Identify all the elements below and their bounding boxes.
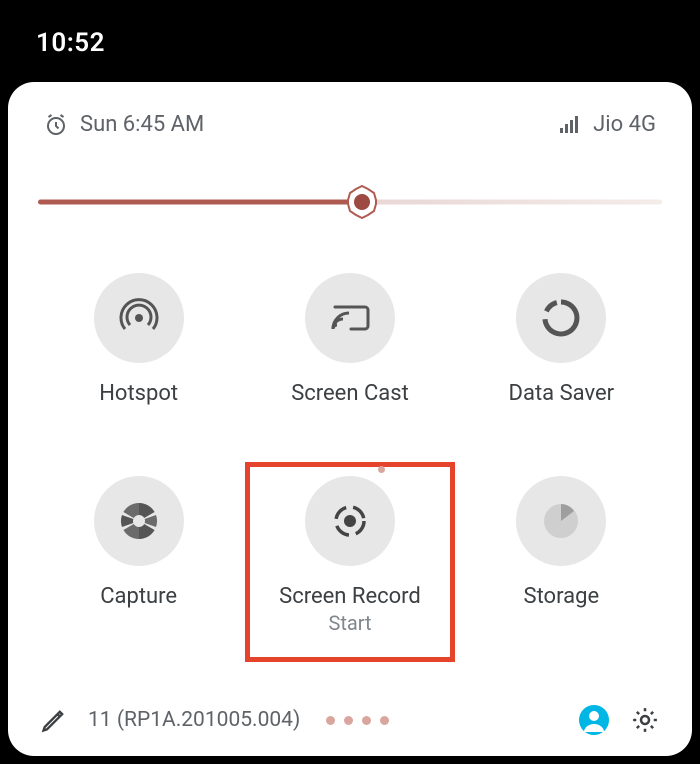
cast-icon xyxy=(305,273,395,363)
edit-button[interactable] xyxy=(40,706,68,734)
capture-icon xyxy=(94,476,184,566)
tile-screenrecord[interactable]: Screen Record Start xyxy=(249,476,450,635)
tile-sublabel: Start xyxy=(328,611,371,635)
record-icon xyxy=(305,476,395,566)
tile-label: Screen Cast xyxy=(291,381,409,406)
notification-dot-icon xyxy=(378,466,385,473)
tile-label: Screen Record xyxy=(279,584,421,609)
page-dot xyxy=(362,716,371,725)
brightness-slider[interactable] xyxy=(38,189,662,215)
quick-settings-panel: Sun 6:45 AM Jio 4G xyxy=(8,82,692,756)
tile-datasaver[interactable]: Data Saver xyxy=(461,273,662,406)
brightness-thumb-icon[interactable] xyxy=(345,185,379,219)
tile-label: Storage xyxy=(524,584,600,609)
tile-hotspot[interactable]: Hotspot xyxy=(38,273,239,406)
status-time: 10:52 xyxy=(36,28,105,58)
header-right: Jio 4G xyxy=(559,112,656,137)
hotspot-icon xyxy=(94,273,184,363)
header-network: Jio 4G xyxy=(593,112,656,137)
tiles-grid: Hotspot Screen Cast Data Saver xyxy=(38,273,662,635)
page-dot xyxy=(344,716,353,725)
page-dot xyxy=(326,716,335,725)
storage-icon xyxy=(516,476,606,566)
tile-storage[interactable]: Storage xyxy=(461,476,662,635)
tile-label: Hotspot xyxy=(99,381,178,406)
page-indicator[interactable] xyxy=(326,716,389,725)
header-left: Sun 6:45 AM xyxy=(44,112,204,137)
panel-header: Sun 6:45 AM Jio 4G xyxy=(38,112,662,137)
panel-footer: 11 (RP1A.201005.004) xyxy=(38,704,662,738)
tile-capture[interactable]: Capture xyxy=(38,476,239,635)
page-dot xyxy=(380,716,389,725)
alarm-icon xyxy=(44,113,68,137)
tile-screencast[interactable]: Screen Cast xyxy=(249,273,450,406)
tile-label: Data Saver xyxy=(509,381,615,406)
build-text: 11 (RP1A.201005.004) xyxy=(88,708,300,732)
signal-icon xyxy=(559,114,581,136)
settings-button[interactable] xyxy=(630,705,660,735)
user-button[interactable] xyxy=(578,704,610,736)
header-day-time: Sun 6:45 AM xyxy=(80,112,204,137)
tile-label: Capture xyxy=(100,584,177,609)
datasaver-icon xyxy=(516,273,606,363)
